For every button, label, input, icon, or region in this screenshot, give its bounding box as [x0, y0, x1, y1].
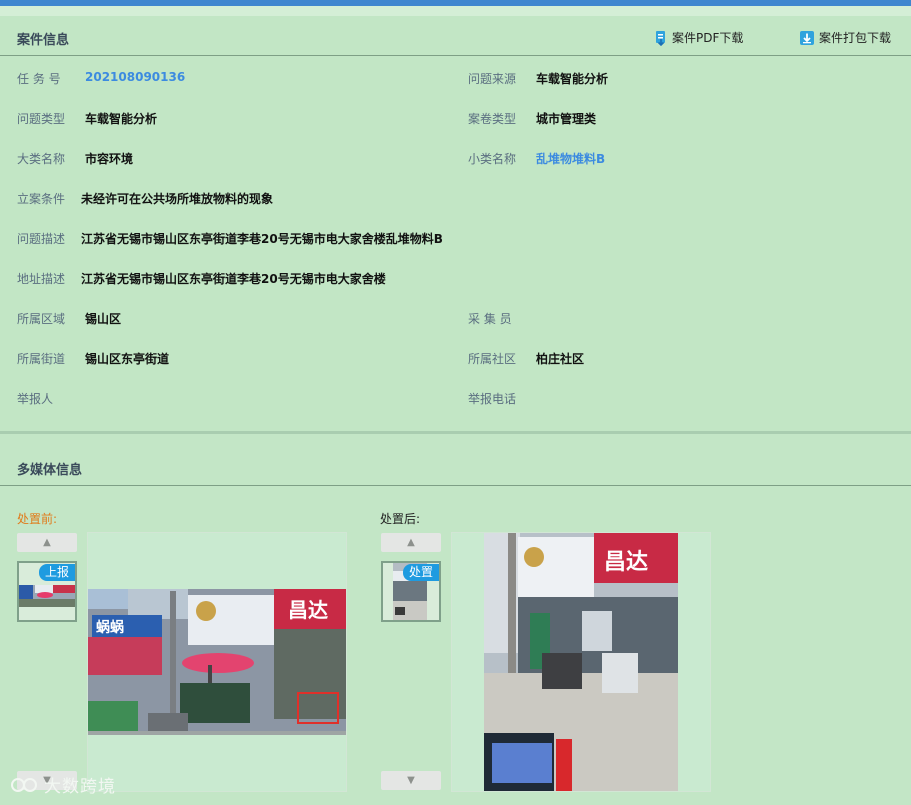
problem-type-label: 问题类型	[17, 112, 66, 126]
media-panel: 多媒体信息 处置前: ▲ 上报 ▼ 蜗蜗 昌达 处置后: ▲ 处置 ▼ 昌达	[0, 447, 911, 805]
pdf-download-label: 案件PDF下载	[672, 31, 744, 45]
major-category-label: 大类名称	[17, 152, 66, 166]
district-value: 锡山区	[85, 312, 122, 326]
after-image-viewer[interactable]: 昌达	[451, 532, 711, 792]
problem-type-value: 车载智能分析	[85, 112, 158, 126]
case-info-title: 案件信息	[17, 33, 70, 48]
before-thumbnail[interactable]: 上报	[17, 561, 77, 622]
watermark: 大数跨境	[10, 772, 116, 797]
before-label: 处置前:	[17, 512, 58, 526]
top-strip	[0, 6, 911, 16]
watermark-text: 大数跨境	[44, 777, 116, 797]
problem-desc-value: 江苏省无锡市锡山区东亭街道李巷20号无锡市电大家舍楼乱堆物料B	[81, 232, 443, 246]
media-header: 多媒体信息	[0, 447, 911, 486]
collector-label: 采 集 员	[468, 312, 512, 326]
pack-download-button[interactable]: 案件打包下载	[799, 29, 891, 46]
community-label: 所属社区	[468, 352, 517, 366]
case-type-label: 案卷类型	[468, 112, 517, 126]
case-type-value: 城市管理类	[536, 112, 597, 126]
before-report-badge: 上报	[38, 564, 75, 581]
street-value: 锡山区东亭街道	[85, 352, 170, 366]
before-shop-sign-left: 蜗蜗	[96, 620, 124, 636]
filing-condition-label: 立案条件	[17, 192, 66, 206]
media-title: 多媒体信息	[17, 463, 83, 478]
watermark-logo-icon	[11, 777, 37, 792]
after-scroll-up-button[interactable]: ▲	[381, 533, 441, 552]
report-phone-label: 举报电话	[468, 392, 517, 406]
before-shop-sign-right: 昌达	[288, 598, 328, 622]
community-value: 柏庄社区	[536, 352, 585, 366]
after-handle-badge: 处置	[402, 564, 439, 581]
address-desc-label: 地址描述	[17, 272, 66, 286]
street-label: 所属街道	[17, 352, 66, 366]
pack-download-label: 案件打包下载	[819, 31, 892, 45]
major-category-value: 市容环境	[85, 152, 134, 166]
after-photo: 昌达	[452, 533, 710, 791]
reporter-label: 举报人	[17, 392, 54, 406]
minor-category-label: 小类名称	[468, 152, 517, 166]
before-scroll-up-button[interactable]: ▲	[17, 533, 77, 552]
case-info-header: 案件信息 案件PDF下载 案件打包下载	[0, 16, 911, 56]
after-scroll-down-button[interactable]: ▼	[381, 771, 441, 790]
problem-source-label: 问题来源	[468, 72, 517, 86]
task-no-link[interactable]: 202108090136	[85, 70, 185, 84]
before-photo: 蜗蜗 昌达	[88, 533, 346, 791]
minor-category-link[interactable]: 乱堆物堆料B	[536, 150, 605, 167]
pack-download-icon	[800, 30, 814, 45]
before-image-viewer[interactable]: 蜗蜗 昌达	[87, 532, 347, 792]
filing-condition-value: 未经许可在公共场所堆放物料的现象	[81, 192, 274, 206]
chevron-up-icon: ▲	[407, 537, 415, 548]
problem-desc-label: 问题描述	[17, 232, 66, 246]
chevron-down-icon: ▼	[407, 775, 415, 786]
address-desc-value: 江苏省无锡市锡山区东亭街道李巷20号无锡市电大家舍楼	[81, 272, 386, 286]
district-label: 所属区域	[17, 312, 66, 326]
chevron-up-icon: ▲	[43, 537, 51, 548]
problem-source-value: 车载智能分析	[536, 72, 609, 86]
pdf-download-button[interactable]: 案件PDF下载	[654, 29, 743, 46]
after-thumbnail[interactable]: 处置	[381, 561, 441, 622]
after-shop-sign-right: 昌达	[604, 550, 648, 575]
after-label: 处置后:	[380, 512, 421, 526]
pdf-download-icon	[656, 30, 665, 46]
case-info-panel: 案件信息 案件PDF下载 案件打包下载 任 务 号 202108090136 问…	[0, 16, 911, 434]
task-no-label: 任 务 号	[17, 72, 61, 86]
